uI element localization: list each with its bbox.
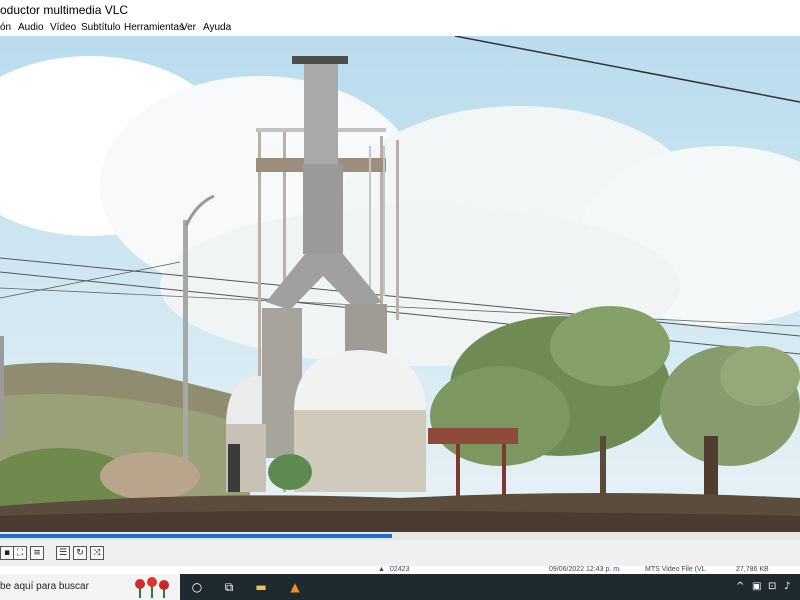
menu-media[interactable]: ón: [0, 20, 11, 36]
loop-button[interactable]: ↻: [73, 546, 87, 560]
file-date: 09/06/2022 12:43 p. m.: [549, 566, 621, 573]
menu-help[interactable]: Ayuda: [203, 20, 231, 36]
volume-icon[interactable]: ♪: [784, 578, 790, 596]
window-title: oductor multimedia VLC: [0, 3, 129, 17]
title-bar: oductor multimedia VLC: [0, 0, 800, 20]
stop-button[interactable]: ▪: [0, 546, 14, 560]
file-explorer-icon[interactable]: ▬: [252, 578, 270, 596]
menu-view[interactable]: Ver: [181, 20, 196, 36]
cortana-icon[interactable]: ○: [188, 578, 206, 596]
tray-app-icon[interactable]: ▣: [752, 578, 761, 596]
shuffle-button[interactable]: ⤨: [90, 546, 104, 560]
extended-settings-button[interactable]: ≡: [30, 546, 44, 560]
file-size: 27,786 KB: [736, 566, 769, 573]
fullscreen-button[interactable]: ⛶: [13, 546, 27, 560]
file-type: MTS Video File (VL: [645, 566, 706, 573]
file-info-strip: ▲ 02423 09/06/2022 12:43 p. m. MTS Video…: [0, 566, 800, 574]
windows-taskbar: be aquí para buscar ○ ⧉ ▬ ▲ ^ ▣ ⊡ ♪: [0, 574, 800, 600]
network-icon[interactable]: ⊡: [768, 578, 776, 596]
taskbar-search-box[interactable]: be aquí para buscar: [0, 574, 180, 600]
vlc-cone-icon: ▲: [378, 566, 385, 573]
search-placeholder: be aquí para buscar: [0, 581, 89, 592]
menu-audio[interactable]: Audio: [18, 20, 44, 36]
video-scene: [0, 36, 800, 532]
vlc-icon[interactable]: ▲: [286, 578, 304, 596]
menu-video[interactable]: Vídeo: [50, 20, 76, 36]
control-bar: ▪ ⛶ ≡ ☰ ↻ ⤨: [0, 540, 800, 566]
menu-bar: ón Audio Vídeo Subtítulo Herramientas Ve…: [0, 20, 800, 36]
playlist-button[interactable]: ☰: [56, 546, 70, 560]
file-name: 02423: [390, 566, 410, 573]
seek-bar[interactable]: [0, 532, 800, 540]
menu-tools[interactable]: Herramientas: [124, 20, 184, 36]
menu-subtitle[interactable]: Subtítulo: [81, 20, 120, 36]
video-frame[interactable]: [0, 36, 800, 532]
flowers-icon: [135, 577, 169, 598]
seek-progress: [0, 534, 392, 538]
task-view-icon[interactable]: ⧉: [220, 578, 238, 596]
tray-chevron-icon[interactable]: ^: [736, 578, 744, 596]
